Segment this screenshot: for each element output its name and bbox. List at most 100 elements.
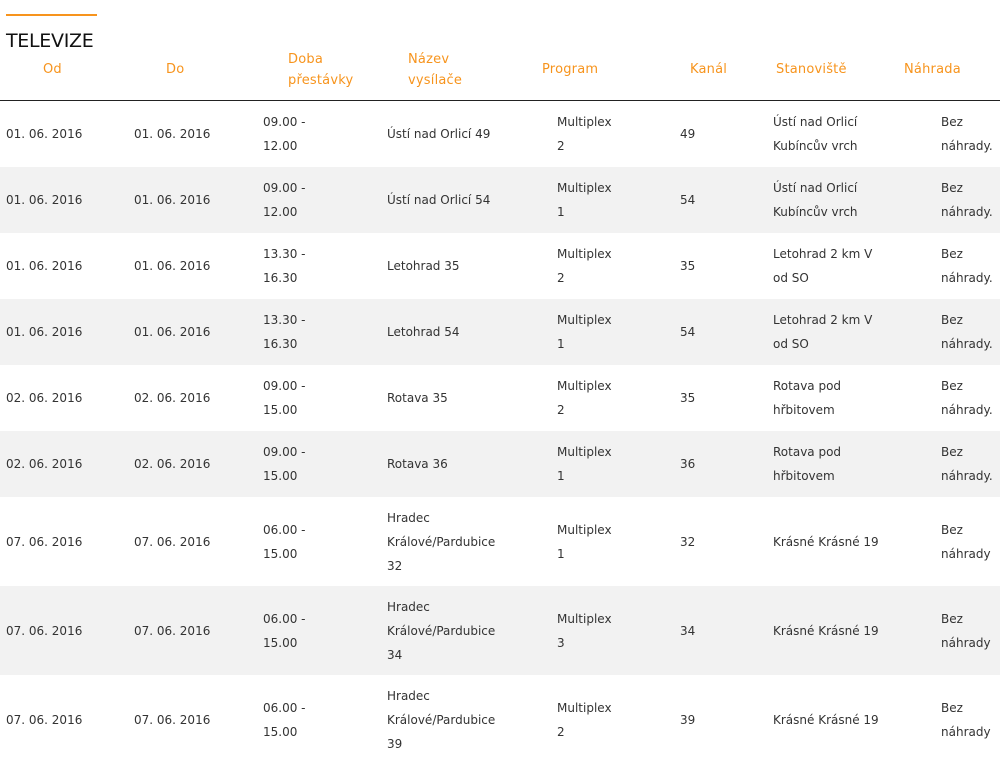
cell-text: Králové/Pardubice [387,534,496,549]
cell-text: 09.00 - [263,379,306,393]
cell-text: Bez [941,445,963,459]
cell-kanal: 39 [680,675,695,764]
cell-text: Rotava 35 [387,391,448,405]
cell-text: Králové/Pardubice [387,623,496,638]
cell-doba: 06.00 - 15.00 [263,586,306,675]
cell-program: Multiplex 1 [557,167,612,233]
table-row: 07. 06. 2016 07. 06. 2016 06.00 - 15.00 Hrad… [0,675,1000,764]
cell-text: 2 [557,403,565,417]
cell-text: 01. 06. 2016 [6,325,83,339]
cell-program: Multiplex 1 [557,431,612,497]
cell-text: 12.00 [263,139,298,153]
cell-text: 2 [557,139,565,153]
cell-text: 01. 06. 2016 [6,259,83,273]
cell-text: 09.00 - [263,181,306,195]
cell-text: Multiplex [557,181,612,195]
cell-text: Bez [941,379,963,393]
cell-text: Letohrad 35 [387,259,460,273]
cell-text: 02. 06. 2016 [134,391,211,405]
table-row: 01. 06. 2016 01. 06. 2016 09.00 - 12.00 Ústí… [0,101,1000,167]
cell-od: 01. 06. 2016 [6,233,82,299]
cell-nazev: Rotava 36 [387,431,448,497]
cell-od: 01. 06. 2016 [6,167,82,233]
cell-text: Krásné Krásné 19 [773,534,879,549]
cell-stanoviste: Krásné Krásné 19 [773,675,879,764]
cell-stanoviste: Ústí nad Orlicí Kubíncův vrch [773,167,858,233]
cell-text: 49 [680,127,696,141]
cell-text: 16.30 [263,337,298,351]
cell-text: 15.00 [263,469,298,483]
cell-text: 02. 06. 2016 [6,457,83,471]
cell-nazev: Hradec Králové/Pardubice 39 [387,675,495,764]
cell-text: 02. 06. 2016 [134,457,211,471]
cell-program: Multiplex 2 [557,101,612,167]
cell-program: Multiplex 3 [557,586,612,675]
cell-od: 02. 06. 2016 [6,431,82,497]
cell-text: Rotava pod [773,445,842,459]
cell-kanal: 35 [680,365,695,431]
cell-doba: 09.00 - 12.00 [263,101,306,167]
cell-kanal: 54 [680,167,695,233]
cell-text: náhrady [941,724,991,739]
cell-do: 01. 06. 2016 [134,233,210,299]
cell-stanoviste: Letohrad 2 km V od SO [773,233,872,299]
cell-text: náhrady. [941,469,993,483]
cell-kanal: 32 [680,497,695,586]
cell-text: 01. 06. 2016 [134,193,211,207]
cell-doba: 09.00 - 15.00 [263,431,306,497]
cell-doba: 09.00 - 12.00 [263,167,306,233]
cell-text: Rotava pod [773,379,842,393]
cell-text: Bez [941,181,963,195]
cell-text: 15.00 [263,403,298,417]
cell-od: 01. 06. 2016 [6,101,82,167]
cell-text: Hradec [387,688,430,703]
cell-nahrada: Bez náhrady. [941,431,993,497]
cell-nahrada: Bez náhrady [941,497,991,586]
cell-text: 07. 06. 2016 [6,623,83,638]
cell-text: 07. 06. 2016 [6,534,83,549]
cell-nahrada: Bez náhrady. [941,101,993,167]
cell-text: 15.00 [263,635,298,650]
cell-text: Letohrad 54 [387,325,460,339]
header-do: Do [166,62,185,77]
cell-text: 09.00 - [263,445,306,459]
header-stanoviste: Stanoviště [776,62,847,77]
cell-text: 39 [680,712,696,727]
cell-text: 36 [680,457,696,471]
cell-nahrada: Bez náhrady. [941,299,993,365]
header-doba-line2: přestávky [288,73,354,88]
cell-text: Kubíncův vrch [773,205,858,219]
cell-text: Letohrad 2 km V [773,247,873,261]
cell-nazev: Rotava 35 [387,365,448,431]
header-doba-line1: Doba [288,52,323,67]
cell-text: Ústí nad Orlicí [773,181,858,195]
cell-text: Krásné Krásné 19 [773,712,879,727]
cell-nahrada: Bez náhrady [941,675,991,764]
cell-text: 15.00 [263,546,298,561]
cell-text: 35 [680,391,696,405]
cell-text: Ústí nad Orlicí 49 [387,127,491,141]
cell-text: 1 [557,546,565,561]
cell-text: Králové/Pardubice [387,712,496,727]
cell-nazev: Ústí nad Orlicí 54 [387,167,490,233]
cell-text: 02. 06. 2016 [6,391,83,405]
cell-do: 02. 06. 2016 [134,431,210,497]
header-kanal: Kanál [690,62,728,77]
table-row: 02. 06. 2016 02. 06. 2016 09.00 - 15.00 Rota… [0,431,1000,497]
cell-text: 2 [557,271,565,285]
cell-text: Multiplex [557,700,612,715]
cell-nahrada: Bez náhrady. [941,365,993,431]
cell-text: náhrady. [941,337,993,351]
header-nazev-line2: vysílače [408,73,463,88]
cell-text: 01. 06. 2016 [134,127,211,141]
cell-stanoviste: Ústí nad Orlicí Kubíncův vrch [773,101,858,167]
cell-text: Bez [941,115,963,129]
cell-text: 06.00 - [263,522,306,537]
cell-text: Multiplex [557,379,612,393]
cell-text: náhrady [941,635,991,650]
cell-stanoviste: Rotava pod hřbitovem [773,365,841,431]
cell-text: 01. 06. 2016 [134,325,211,339]
cell-text: 07. 06. 2016 [134,623,211,638]
cell-text: Hradec [387,599,430,614]
cell-text: 1 [557,469,565,483]
